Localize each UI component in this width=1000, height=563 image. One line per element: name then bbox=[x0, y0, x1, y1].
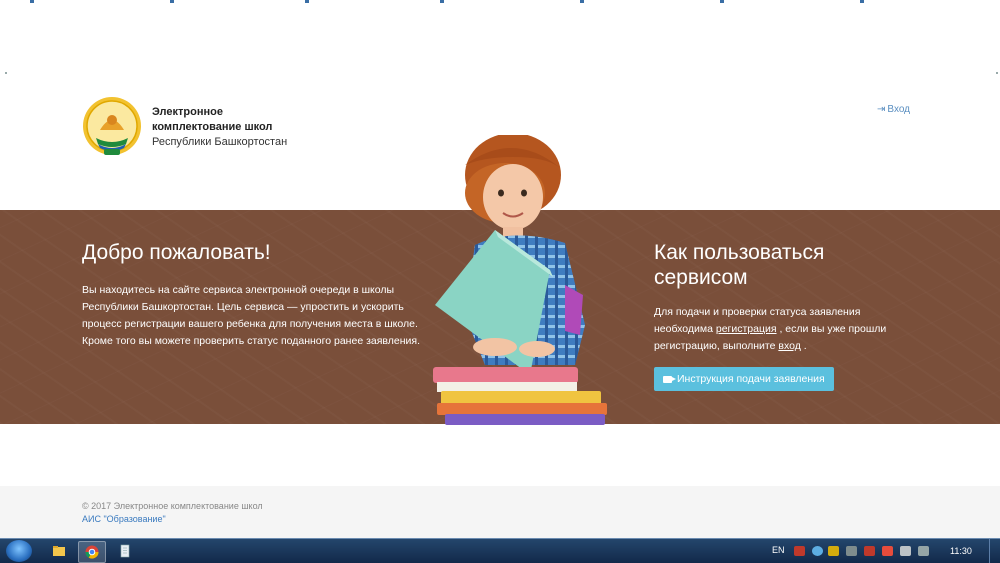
welcome-text: Вы находитесь на сайте сервиса электронн… bbox=[82, 284, 420, 347]
brand-line: Электронное bbox=[152, 106, 223, 118]
show-desktop-button[interactable] bbox=[989, 539, 1000, 563]
brand-line: комплектование школ bbox=[152, 121, 273, 133]
video-camera-icon bbox=[663, 375, 676, 383]
login-label: Вход bbox=[887, 104, 911, 115]
copyright: © 2017 Электронное комплектование школ bbox=[82, 501, 263, 511]
explorer-icon bbox=[53, 546, 65, 556]
edge-marker bbox=[996, 72, 998, 74]
howto-title: Как пользоваться сервисом bbox=[654, 241, 825, 289]
language-indicator[interactable]: EN bbox=[772, 545, 785, 555]
tray-app-icon[interactable] bbox=[864, 546, 875, 556]
notepad-icon bbox=[120, 544, 130, 558]
bashkortostan-emblem-icon[interactable] bbox=[82, 96, 142, 160]
taskbar-notepad[interactable] bbox=[112, 541, 138, 561]
login-link[interactable]: ⇥ Вход bbox=[877, 104, 910, 115]
instruction-button[interactable]: Инструкция подачи заявления bbox=[654, 367, 834, 391]
welcome-title: Добро пожаловать! bbox=[82, 241, 271, 264]
tray-app-icon[interactable] bbox=[900, 546, 911, 556]
ati-icon[interactable] bbox=[882, 546, 893, 556]
login-link-inline[interactable]: вход bbox=[778, 340, 800, 352]
volume-icon[interactable] bbox=[918, 546, 929, 556]
site-footer: © 2017 Электронное комплектование школ А… bbox=[0, 486, 1000, 538]
clock[interactable]: 11:30 bbox=[950, 546, 972, 556]
tray-app-icon[interactable] bbox=[846, 546, 857, 556]
taskbar-chrome[interactable] bbox=[78, 541, 106, 563]
child-with-books-illustration bbox=[425, 133, 615, 425]
register-link[interactable]: регистрация bbox=[716, 323, 777, 335]
sign-in-icon: ⇥ bbox=[877, 104, 886, 115]
ais-education-link[interactable]: АИС "Образование" bbox=[82, 514, 166, 524]
tray-app-icon[interactable] bbox=[794, 546, 805, 556]
howto-text-part: . bbox=[803, 340, 807, 352]
windows-taskbar: EN 11:30 bbox=[0, 538, 1000, 563]
tray-app-icon[interactable] bbox=[828, 546, 839, 556]
chrome-icon bbox=[85, 545, 99, 559]
network-icon[interactable] bbox=[812, 546, 823, 556]
edge-marker bbox=[5, 72, 7, 74]
brand-title: Электронное комплектование школ Республи… bbox=[152, 105, 287, 150]
browser-top-strip bbox=[0, 0, 1000, 4]
howto-section: Как пользоваться сервисом Для подачи и п… bbox=[654, 240, 904, 391]
brand-region: Республики Башкортостан bbox=[152, 136, 288, 148]
taskbar-explorer[interactable] bbox=[46, 541, 72, 561]
start-button[interactable] bbox=[6, 540, 32, 562]
instruction-button-label: Инструкция подачи заявления bbox=[677, 373, 825, 385]
howto-text: Для подачи и проверки статуса заявления … bbox=[654, 304, 904, 355]
welcome-section: Добро пожаловать! Вы находитесь на сайте… bbox=[82, 240, 422, 350]
